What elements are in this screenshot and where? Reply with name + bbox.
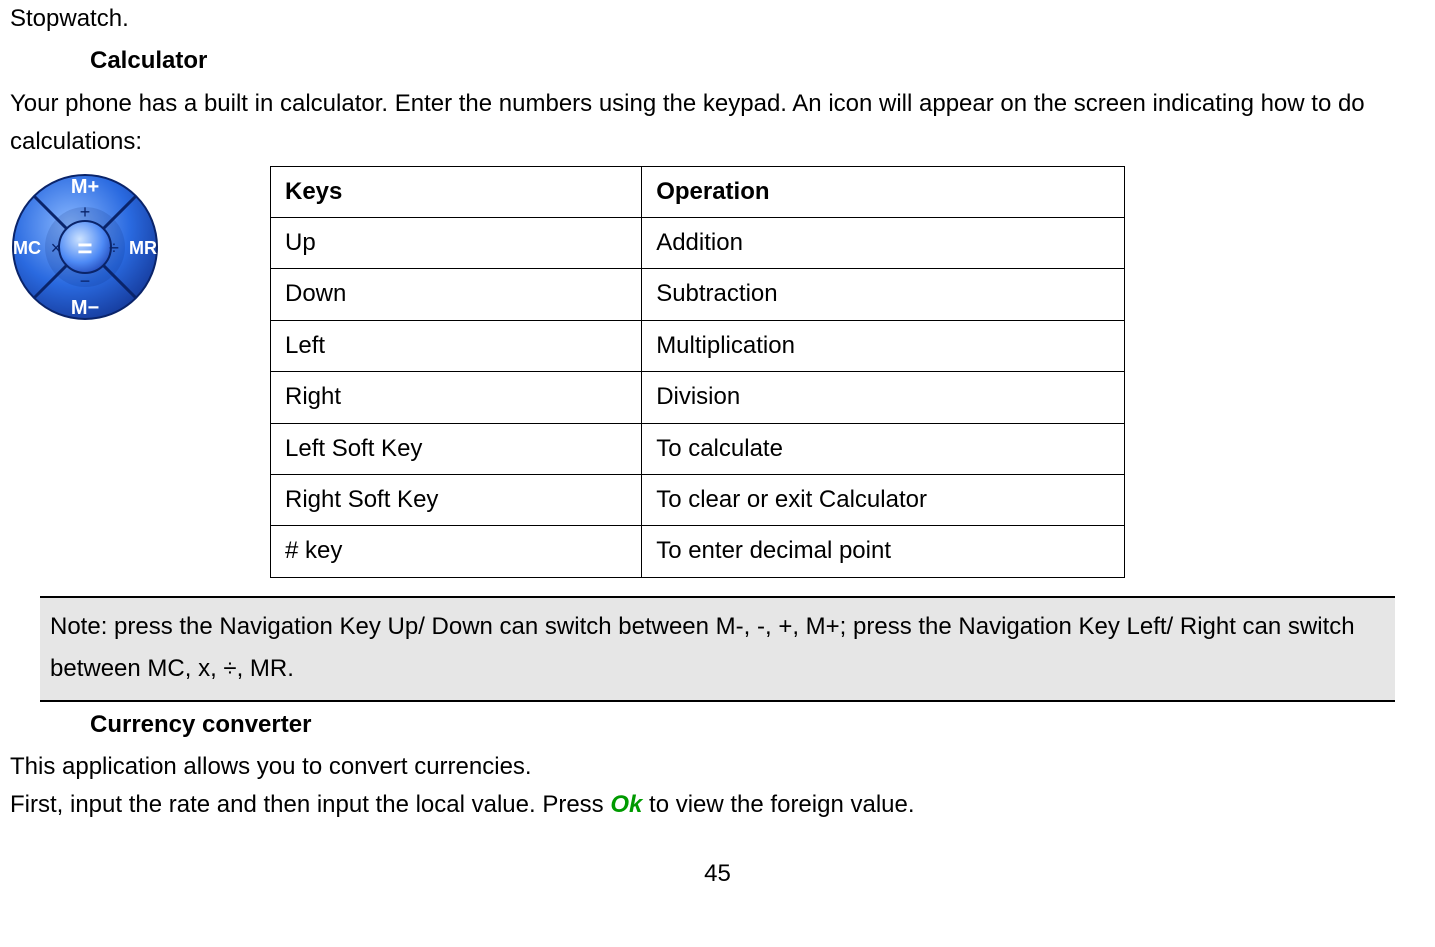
- table-row: Left Multiplication: [271, 320, 1125, 371]
- keypad-left-outer-label: MC: [13, 238, 41, 258]
- navigation-keypad-icon: M+ M− MC MR + − × ÷ =: [10, 172, 160, 322]
- note-text: Note: press the Navigation Key Up/ Down …: [50, 613, 1355, 682]
- keypad-left-inner-label: ×: [51, 238, 62, 258]
- cell-keys: Up: [271, 217, 642, 268]
- table-row: Right Soft Key To clear or exit Calculat…: [271, 474, 1125, 525]
- cell-operation: Multiplication: [642, 320, 1125, 371]
- cell-operation: Division: [642, 372, 1125, 423]
- table-row: Right Division: [271, 372, 1125, 423]
- currency-line-2-after: to view the foreign value.: [642, 791, 914, 818]
- cell-operation: Subtraction: [642, 269, 1125, 320]
- calculator-keys-table: Keys Operation Up Addition Down Subtract…: [270, 166, 1125, 578]
- table-row: Up Addition: [271, 217, 1125, 268]
- keypad-up-outer-label: M+: [71, 176, 99, 198]
- page-number: 45: [10, 855, 1425, 893]
- cell-operation: To clear or exit Calculator: [642, 474, 1125, 525]
- currency-line-1: This application allows you to convert c…: [10, 748, 1425, 786]
- calculator-note: Note: press the Navigation Key Up/ Down …: [40, 596, 1395, 702]
- keypad-down-inner-label: −: [80, 271, 91, 291]
- stopwatch-line: Stopwatch.: [10, 0, 1425, 38]
- cell-keys: Right: [271, 372, 642, 423]
- currency-heading: Currency converter: [90, 706, 1425, 744]
- table-row: # key To enter decimal point: [271, 526, 1125, 577]
- calculator-content-row: M+ M− MC MR + − × ÷ = Keys Operation Up: [10, 166, 1425, 578]
- header-operation: Operation: [642, 166, 1125, 217]
- cell-keys: Down: [271, 269, 642, 320]
- cell-operation: Addition: [642, 217, 1125, 268]
- table-header-row: Keys Operation: [271, 166, 1125, 217]
- keypad-up-inner-label: +: [80, 202, 91, 222]
- cell-operation: To calculate: [642, 423, 1125, 474]
- table-row: Down Subtraction: [271, 269, 1125, 320]
- ok-softkey-label: Ok: [610, 791, 642, 818]
- table-row: Left Soft Key To calculate: [271, 423, 1125, 474]
- keypad-right-inner-label: ÷: [109, 238, 119, 258]
- calculator-intro: Your phone has a built in calculator. En…: [10, 85, 1425, 162]
- keypad-down-outer-label: M−: [71, 297, 99, 319]
- document-page: Stopwatch. Calculator Your phone has a b…: [10, 0, 1425, 893]
- cell-keys: # key: [271, 526, 642, 577]
- cell-keys: Right Soft Key: [271, 474, 642, 525]
- currency-line-2: First, input the rate and then input the…: [10, 786, 1425, 824]
- header-keys: Keys: [271, 166, 642, 217]
- cell-operation: To enter decimal point: [642, 526, 1125, 577]
- keypad-center-label: =: [77, 233, 92, 263]
- cell-keys: Left: [271, 320, 642, 371]
- currency-line-2-before: First, input the rate and then input the…: [10, 791, 610, 818]
- keypad-right-outer-label: MR: [129, 238, 157, 258]
- calculator-heading: Calculator: [90, 42, 1425, 80]
- cell-keys: Left Soft Key: [271, 423, 642, 474]
